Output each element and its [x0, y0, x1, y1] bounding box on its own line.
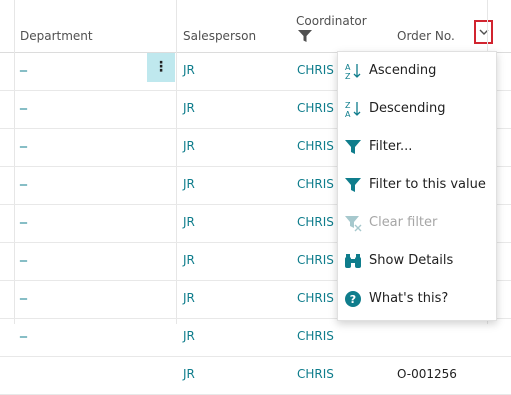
order-no-cell[interactable]: O-001256	[397, 367, 457, 381]
department-cell[interactable]: _	[20, 322, 27, 338]
svg-text:?: ?	[350, 293, 356, 306]
coordinator-cell[interactable]: CHRIS	[297, 177, 334, 191]
binoculars-icon	[345, 254, 361, 268]
coordinator-cell[interactable]: CHRIS	[297, 253, 334, 267]
column-header-order-no[interactable]: Order No.	[397, 29, 455, 43]
column-header-department[interactable]: Department	[20, 29, 93, 43]
department-cell[interactable]: _	[20, 246, 27, 262]
department-cell[interactable]: _	[20, 284, 27, 300]
menu-item-ascending[interactable]: A Z Ascending	[338, 52, 496, 90]
svg-text:Z: Z	[345, 72, 351, 80]
menu-item-descending[interactable]: Z A Descending	[338, 90, 496, 128]
help-icon: ?	[345, 291, 361, 307]
column-header-coordinator[interactable]: Coordinator	[296, 14, 367, 28]
menu-item-filter-to-this-value[interactable]: Filter to this value	[338, 166, 496, 204]
menu-item-whats-this[interactable]: ? What's this?	[338, 280, 496, 318]
filter-icon	[345, 140, 361, 154]
coordinator-cell[interactable]: CHRIS	[297, 329, 334, 343]
department-cell[interactable]: _	[20, 208, 27, 224]
table-row[interactable]: JR CHRIS O-001256	[0, 356, 511, 395]
filter-value-icon	[345, 178, 361, 192]
svg-text:A: A	[345, 63, 351, 72]
department-cell[interactable]: _	[20, 94, 27, 110]
grid-header: Department Salesperson Coordinator Order…	[0, 0, 511, 53]
salesperson-cell[interactable]: JR	[183, 291, 195, 305]
coordinator-cell[interactable]: CHRIS	[297, 215, 334, 229]
salesperson-cell[interactable]: JR	[183, 329, 195, 343]
coordinator-cell[interactable]: CHRIS	[297, 139, 334, 153]
clear-filter-icon	[345, 216, 362, 232]
sort-ascending-icon: A Z	[345, 63, 361, 80]
menu-item-filter[interactable]: Filter...	[338, 128, 496, 166]
sort-descending-icon: Z A	[345, 101, 361, 118]
department-cell[interactable]: _	[20, 132, 27, 148]
salesperson-cell[interactable]: JR	[183, 101, 195, 115]
column-menu-button[interactable]	[474, 20, 493, 44]
coordinator-cell[interactable]: CHRIS	[297, 101, 334, 115]
coordinator-cell[interactable]: CHRIS	[297, 291, 334, 305]
salesperson-cell[interactable]: JR	[183, 139, 195, 153]
menu-item-clear-filter: Clear filter	[338, 204, 496, 242]
column-context-menu: A Z Ascending Z A Descending Filter... F…	[337, 51, 497, 321]
row-actions-button[interactable]: ⋮	[147, 53, 175, 82]
salesperson-cell[interactable]: JR	[183, 215, 195, 229]
svg-text:Z: Z	[345, 101, 351, 110]
salesperson-cell[interactable]: JR	[183, 367, 195, 381]
department-cell[interactable]: _	[20, 56, 27, 72]
filter-icon	[298, 30, 312, 42]
salesperson-cell[interactable]: JR	[183, 253, 195, 267]
coordinator-cell[interactable]: CHRIS	[297, 367, 334, 381]
column-header-salesperson[interactable]: Salesperson	[183, 29, 256, 43]
svg-text:A: A	[345, 110, 351, 118]
menu-item-show-details[interactable]: Show Details	[338, 242, 496, 280]
salesperson-cell[interactable]: JR	[183, 63, 195, 77]
coordinator-cell[interactable]: CHRIS	[297, 63, 334, 77]
department-cell[interactable]: _	[20, 170, 27, 186]
salesperson-cell[interactable]: JR	[183, 177, 195, 191]
